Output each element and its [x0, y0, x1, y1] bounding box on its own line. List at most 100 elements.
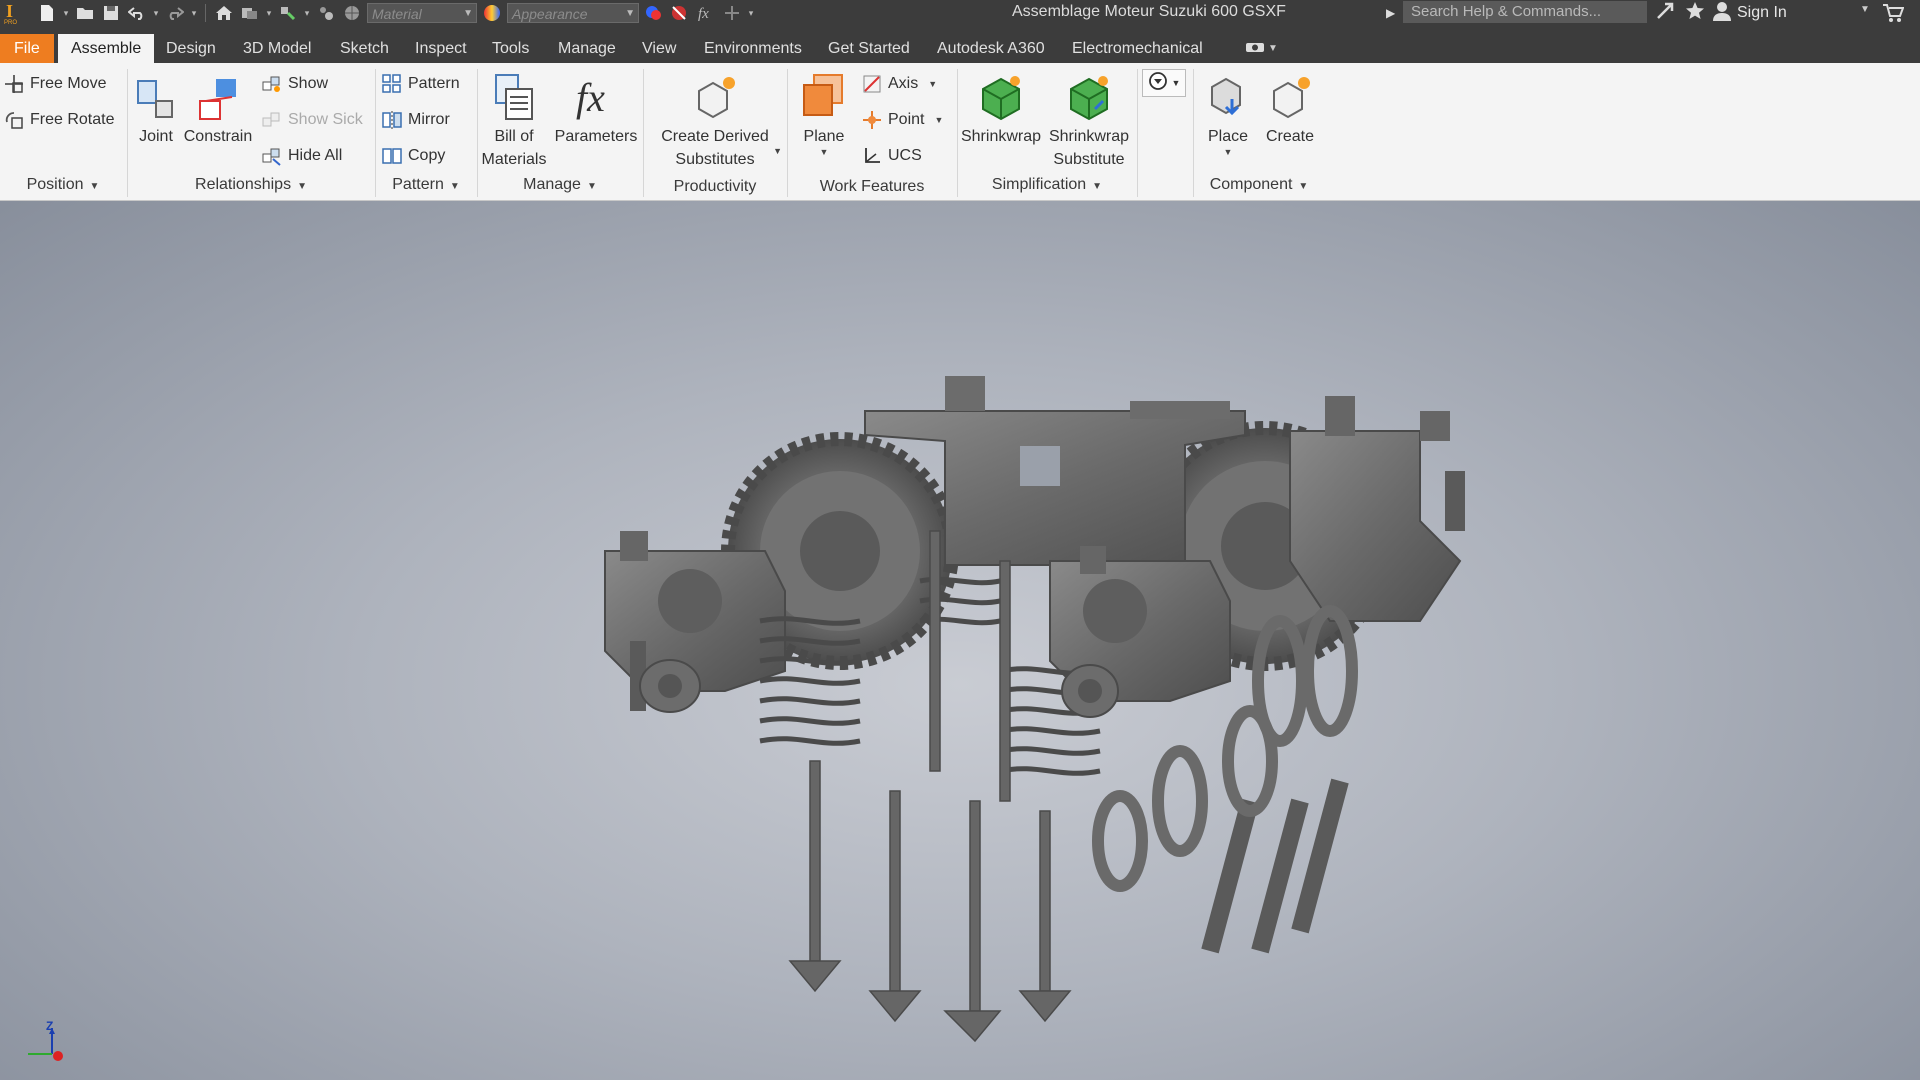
- material-placeholder: Material: [372, 6, 422, 22]
- constrain-label: Constrain: [183, 128, 253, 145]
- copy-label: Copy: [408, 147, 446, 164]
- search-expand-icon[interactable]: ▶: [1386, 2, 1395, 24]
- undo-dropdown-icon[interactable]: ▾: [152, 8, 160, 19]
- mirror-button[interactable]: Mirror: [382, 107, 450, 133]
- chevron-down-icon: ▼: [625, 8, 635, 19]
- color-override-icon[interactable]: [315, 2, 337, 24]
- tab-assemble[interactable]: Assemble: [58, 34, 155, 63]
- save-icon[interactable]: [100, 2, 122, 24]
- tab-get-started[interactable]: Get Started: [815, 34, 923, 63]
- pattern-icon: [382, 74, 402, 94]
- constrain-button[interactable]: Constrain: [183, 69, 253, 148]
- create-component-icon: [1260, 69, 1320, 121]
- clear-appearance-icon[interactable]: [669, 2, 691, 24]
- tab-autodesk-a360[interactable]: Autodesk A360: [924, 34, 1058, 63]
- graphics-viewport[interactable]: Z: [0, 201, 1920, 1080]
- open-folder-icon[interactable]: [74, 2, 96, 24]
- panel-label-relationships[interactable]: Relationships ▼: [128, 174, 374, 198]
- user-icon: [1713, 1, 1731, 26]
- free-rotate-button[interactable]: Free Rotate: [4, 107, 114, 133]
- inventor-logo-icon[interactable]: I PRO: [3, 0, 21, 26]
- constrain-icon: [183, 69, 253, 121]
- sign-in-dropdown-icon[interactable]: ▼: [1860, 4, 1870, 15]
- redo-dropdown-icon[interactable]: ▾: [190, 8, 198, 19]
- ucs-label: UCS: [888, 147, 922, 164]
- home-icon[interactable]: [213, 2, 235, 24]
- chevron-down-icon: ▼: [297, 181, 307, 192]
- material-combo[interactable]: Material ▼: [367, 3, 477, 23]
- parameters-button[interactable]: fx Parameters: [552, 69, 640, 148]
- hide-all-icon: [262, 146, 282, 166]
- hide-all-button[interactable]: Hide All: [262, 143, 342, 169]
- tab-view[interactable]: View: [629, 34, 689, 63]
- shrinkwrap-substitute-button[interactable]: Shrinkwrap Substitute: [1046, 69, 1132, 171]
- pattern-button[interactable]: Pattern: [382, 71, 460, 97]
- panel-label-text: Pattern: [392, 176, 444, 193]
- camera-icon: [1246, 41, 1264, 56]
- point-button[interactable]: Point ▼: [862, 107, 943, 133]
- plane-button[interactable]: Plane ▼: [792, 69, 856, 157]
- copy-button[interactable]: Copy: [382, 143, 445, 169]
- chevron-down-icon: ▼: [928, 79, 938, 89]
- project-dropdown-icon[interactable]: ▾: [265, 8, 273, 19]
- engine-assembly-model[interactable]: [0, 201, 1920, 1080]
- tab-tools[interactable]: Tools: [479, 34, 542, 63]
- project-icon[interactable]: [239, 2, 261, 24]
- tab-3d-model[interactable]: 3D Model: [230, 34, 324, 63]
- panel-label-component[interactable]: Component ▼: [1194, 174, 1324, 198]
- panel-label-text: Simplification: [991, 176, 1087, 193]
- select-dropdown-icon[interactable]: ▾: [303, 8, 311, 19]
- ribbon-display-options[interactable]: ▼: [1246, 41, 1278, 56]
- joint-button[interactable]: Joint: [131, 69, 181, 148]
- communication-center-icon[interactable]: [1655, 1, 1677, 25]
- tab-manage[interactable]: Manage: [545, 34, 629, 63]
- free-rotate-label: Free Rotate: [30, 111, 115, 128]
- panel-label-position[interactable]: Position ▼: [0, 174, 126, 198]
- appearance-sphere-icon[interactable]: [481, 2, 503, 24]
- panel-label-manage[interactable]: Manage ▼: [478, 174, 642, 198]
- panel-productivity: Create Derived Substitutes ▼ Productivit…: [644, 63, 786, 200]
- fx-parameters-icon[interactable]: fx: [695, 2, 717, 24]
- axis-label: Axis: [888, 75, 919, 92]
- axis-button[interactable]: Axis ▼: [862, 71, 937, 97]
- chevron-down-icon: ▼: [1268, 43, 1278, 54]
- search-input[interactable]: Search Help & Commands...: [1403, 1, 1647, 23]
- create-label: Create: [1265, 128, 1315, 145]
- show-sick-label: Show Sick: [288, 111, 363, 128]
- create-derived-substitutes-button[interactable]: Create Derived Substitutes ▼: [648, 69, 782, 171]
- ucs-button[interactable]: UCS: [862, 143, 922, 169]
- shrinkwrap-label: Shrinkwrap: [960, 128, 1042, 145]
- show-button[interactable]: Show: [262, 71, 328, 97]
- tab-electromechanical[interactable]: Electromechanical: [1059, 34, 1216, 63]
- add-icon[interactable]: [721, 2, 743, 24]
- cart-icon[interactable]: [1882, 3, 1905, 27]
- customize-qat-dropdown-icon[interactable]: ▾: [747, 8, 755, 19]
- bill-of-materials-button[interactable]: Bill of Materials: [478, 69, 550, 171]
- place-button[interactable]: Place ▼: [1198, 69, 1258, 157]
- shrinkwrap-button[interactable]: Shrinkwrap: [958, 69, 1044, 148]
- globe-icon[interactable]: [341, 2, 363, 24]
- appearance-combo[interactable]: Appearance ▼: [507, 3, 639, 23]
- favorites-star-icon[interactable]: [1685, 1, 1705, 25]
- tab-inspect[interactable]: Inspect: [402, 34, 480, 63]
- tab-design[interactable]: Design: [153, 34, 229, 63]
- tab-environments[interactable]: Environments: [691, 34, 815, 63]
- tab-file[interactable]: File: [0, 34, 54, 63]
- sign-in-button[interactable]: Sign In: [1713, 1, 1787, 26]
- joint-label: Joint: [139, 128, 173, 145]
- create-button[interactable]: Create: [1260, 69, 1320, 148]
- show-sick-button[interactable]: Show Sick: [262, 107, 363, 133]
- tab-sketch[interactable]: Sketch: [327, 34, 402, 63]
- adjust-appearance-icon[interactable]: [643, 2, 665, 24]
- redo-icon[interactable]: [164, 2, 186, 24]
- bom-label-1: Bill of: [494, 128, 534, 145]
- select-filter-icon[interactable]: [277, 2, 299, 24]
- panel-label-pattern[interactable]: Pattern ▼: [376, 174, 476, 198]
- panel-label-simplification[interactable]: Simplification ▼: [958, 174, 1136, 198]
- new-dropdown-icon[interactable]: ▾: [62, 8, 70, 19]
- mirror-label: Mirror: [408, 111, 450, 128]
- new-file-icon[interactable]: [36, 2, 58, 24]
- undo-icon[interactable]: [126, 2, 148, 24]
- free-move-button[interactable]: Free Move: [4, 71, 106, 97]
- gallery-dropdown-button[interactable]: ▼: [1142, 69, 1186, 97]
